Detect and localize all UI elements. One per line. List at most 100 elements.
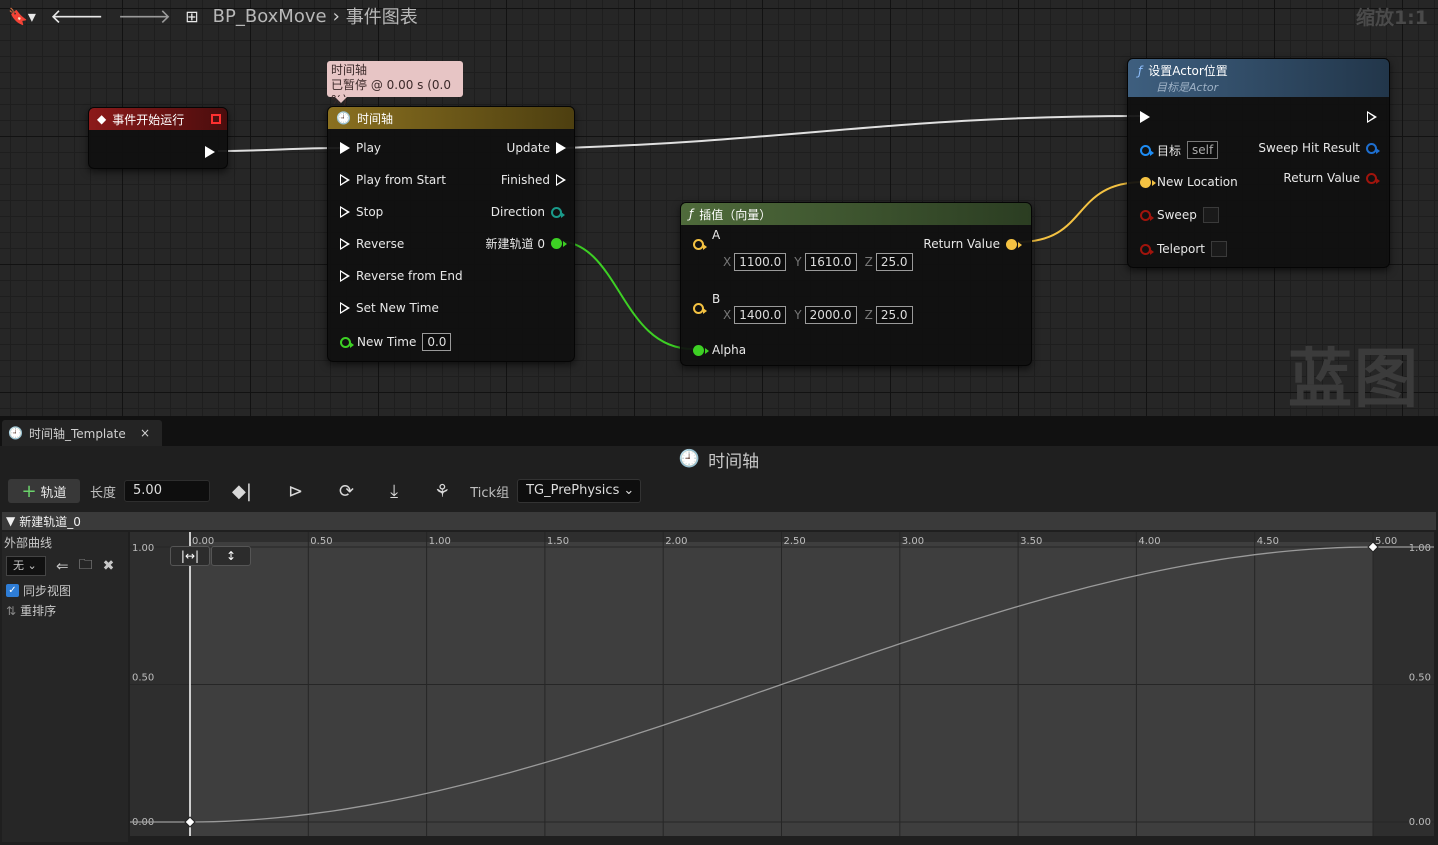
exec-out-pin[interactable] [205, 146, 221, 158]
length-input[interactable]: 5.00 [124, 480, 211, 502]
teleport-checkbox[interactable] [1211, 241, 1227, 257]
lerp-vector-node[interactable]: ƒ 插值（向量） A X 1100.0 Y 1610.0 Z 25.0 B X 1400… [680, 202, 1032, 366]
reorder-arrows-icon[interactable]: ⇅ [6, 604, 16, 618]
b-y-input[interactable]: 2000.0 [804, 306, 857, 324]
curve-select-row: 无 ⌄ ⇐ 🗀 ✖ [6, 554, 114, 578]
set-new-time-pin[interactable]: Set New Time [340, 301, 439, 315]
lerp-return-pin[interactable]: Return Value [923, 237, 1022, 251]
curve-chart[interactable]: 0.00 0.50 1.00 1.50 2.00 2.50 3.00 3.50 4.00 4.50… [130, 532, 1434, 836]
y-tick-label-right: 0.50 [1409, 673, 1431, 684]
y-tick-label-left: 1.00 [132, 543, 154, 554]
reverse-from-end-pin[interactable]: Reverse from End [340, 269, 463, 283]
target-self-box: self [1187, 141, 1219, 159]
clock-icon: 🕘 [678, 449, 701, 469]
tick-group-dropdown[interactable]: TG_PrePhysics ⌄ [517, 479, 642, 503]
plus-icon: + [21, 480, 37, 502]
y-tick-label-left: 0.50 [132, 673, 154, 684]
timeline-node[interactable]: 🕘 时间轴 Play Play from Start Stop Reverse … [327, 106, 575, 362]
play-from-start-pin[interactable]: Play from Start [340, 173, 446, 187]
sweep-checkbox[interactable] [1202, 207, 1219, 223]
set-actor-exec-out[interactable] [1367, 111, 1377, 123]
sync-view-label: 同步视图 [23, 584, 72, 598]
teleport-pin[interactable]: Teleport [1140, 241, 1227, 257]
collapse-triangle-icon[interactable]: ▼ [6, 514, 15, 528]
reorder-label: 重排序 [20, 604, 57, 618]
tick-group-label: Tick组 [470, 485, 510, 501]
clear-x-icon[interactable]: ✖ [103, 558, 115, 574]
new-location-pin[interactable]: New Location [1140, 175, 1238, 189]
comment-line2: 已暂停 @ 0.00 s (0.0 %) [331, 78, 451, 107]
timeline-node-title: 时间轴 [356, 111, 393, 126]
loop-icon[interactable]: ⟳ [339, 481, 354, 502]
lerp-node-title: 插值（向量） [699, 207, 772, 222]
chevron-down-icon: ⌄ [623, 483, 635, 498]
track-name: 新建轨道_0 [19, 514, 81, 529]
sync-view-row[interactable]: ✓ 同步视图 [6, 582, 71, 599]
x-tick-label: 3.50 [1020, 536, 1042, 547]
timeline-editor-panel: 🕘 时间轴_Template × 🕘 时间轴 + 轨道 长度 5.00 ◆| ⊳ ⟳… [0, 416, 1438, 845]
clock-icon: 🕘 [336, 111, 351, 125]
b-x-input[interactable]: 1400.0 [734, 306, 787, 324]
new-time-pin[interactable]: New Time 0.0 [340, 333, 452, 351]
pin-b-values: X 1400.0 Y 2000.0 Z 25.0 [715, 306, 913, 324]
fit-horizontal-button[interactable]: |↔| [170, 546, 210, 566]
blueprint-graph[interactable]: 🔖▾ 🡐 🡒 ⊞ BP_BoxMove › 事件图表 缩放1:1 ◆ 事件开始运… [0, 0, 1438, 416]
vector-wire-return-to-location [1017, 181, 1145, 243]
sync-view-checkbox[interactable]: ✓ [6, 584, 19, 597]
browse-folder-icon[interactable]: 🗀 [79, 554, 93, 578]
function-icon: ƒ [689, 207, 694, 221]
add-track-button[interactable]: + 轨道 [8, 479, 80, 503]
length-label: 长度 [90, 485, 117, 501]
alpha-pin[interactable]: Alpha [693, 343, 746, 357]
sweep-hit-pin[interactable]: Sweep Hit Result [1258, 141, 1380, 155]
use-last-keyframe-icon[interactable]: ◆| [232, 481, 252, 502]
replicated-icon[interactable]: ⤓ [390, 481, 398, 502]
direction-pin[interactable]: Direction [491, 205, 565, 219]
x-tick-label: 3.00 [902, 536, 924, 547]
blueprint-watermark: 蓝图 [1288, 343, 1420, 416]
timeline-template-tab[interactable]: 🕘 时间轴_Template × [2, 420, 162, 446]
float-wire-track-to-alpha [556, 240, 694, 350]
track-output-pin[interactable]: 新建轨道 0 [486, 235, 567, 252]
exec-wire-update-to-set [564, 115, 1141, 149]
clock-icon: 🕘 [8, 426, 23, 440]
use-curve-icon[interactable]: ⇐ [56, 557, 69, 575]
comment-line1: 时间轴 [331, 63, 368, 77]
set-actor-exec-in[interactable] [1140, 111, 1156, 123]
track-header[interactable]: ▼ 新建轨道_0 [2, 512, 1436, 530]
pin-a[interactable]: A [693, 228, 720, 251]
new-time-input[interactable]: 0.0 [422, 333, 452, 351]
curve-editor[interactable]: 0.00 0.50 1.00 1.50 2.00 2.50 3.00 3.50 4.00 4.50… [130, 532, 1434, 836]
target-pin[interactable]: 目标 self [1140, 141, 1219, 159]
x-tick-label: 4.00 [1138, 536, 1160, 547]
x-tick-label: 4.50 [1257, 536, 1279, 547]
reverse-pin[interactable]: Reverse [340, 237, 404, 251]
event-diamond-icon: ◆ [97, 112, 107, 126]
set-return-pin[interactable]: Return Value [1283, 171, 1380, 185]
update-pin[interactable]: Update [507, 141, 566, 155]
autoplay-icon[interactable]: ⊳ [288, 481, 303, 502]
a-y-input[interactable]: 1610.0 [804, 253, 857, 271]
a-x-input[interactable]: 1100.0 [734, 253, 787, 271]
event-begin-play-header: ◆ 事件开始运行 [89, 108, 227, 130]
a-z-input[interactable]: 25.0 [875, 253, 913, 271]
stop-pin[interactable]: Stop [340, 205, 383, 219]
delegate-square-icon[interactable] [211, 114, 221, 124]
curve-select-dropdown[interactable]: 无 ⌄ [6, 556, 46, 576]
b-z-input[interactable]: 25.0 [875, 306, 913, 324]
timeline-panel-title: 🕘 时间轴 [678, 449, 760, 472]
x-tick-label: 1.00 [429, 536, 451, 547]
set-actor-location-node[interactable]: ƒ 设置Actor位置 目标是Actor 目标 self New Location … [1127, 58, 1390, 268]
ignore-time-dilation-icon[interactable]: ⚘ [434, 481, 450, 502]
timeline-status-comment: 时间轴 已暂停 @ 0.00 s (0.0 %) [327, 61, 463, 107]
sweep-pin[interactable]: Sweep [1140, 207, 1219, 223]
event-begin-play-node[interactable]: ◆ 事件开始运行 [88, 107, 228, 169]
play-pin[interactable]: Play [340, 141, 381, 155]
tab-label: 时间轴_Template [28, 426, 126, 441]
event-begin-play-title: 事件开始运行 [112, 112, 185, 127]
track-left-pane: 外部曲线 无 ⌄ ⇐ 🗀 ✖ ✓ 同步视图 ⇅ 重排序 [2, 532, 128, 842]
reorder-row[interactable]: ⇅ 重排序 [6, 602, 56, 619]
finished-pin[interactable]: Finished [501, 173, 566, 187]
tab-close-icon[interactable]: × [140, 426, 150, 440]
fit-vertical-button[interactable]: ↕ [211, 546, 251, 566]
